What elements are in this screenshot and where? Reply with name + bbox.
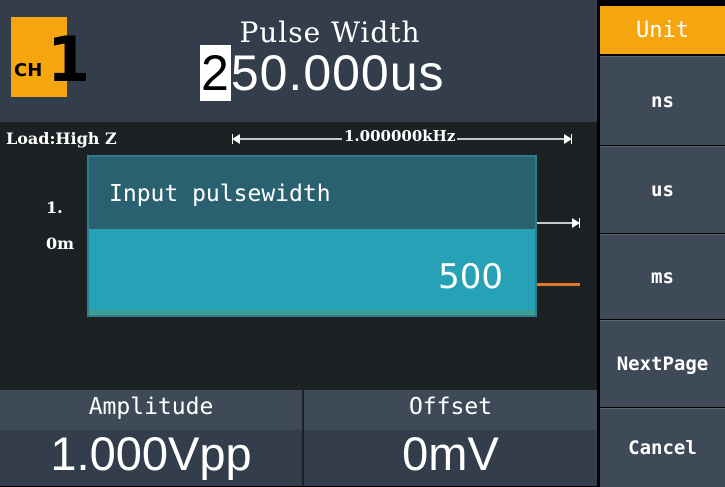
- softkey-menu: Unit ns us ms NextPage Cancel: [597, 0, 725, 487]
- amplitude-label-bar: Amplitude: [0, 390, 302, 430]
- softkey-us[interactable]: us: [600, 146, 725, 233]
- channel-badge: 1 CH: [11, 17, 90, 97]
- channel-number: 1: [47, 23, 91, 96]
- frequency-label: 1.000000kHz: [342, 127, 458, 145]
- offset-label-bar: Offset: [304, 390, 597, 430]
- softkey-cancel[interactable]: Cancel: [600, 408, 725, 487]
- amplitude-panel[interactable]: Amplitude 1.000Vpp: [0, 390, 302, 486]
- offset-value: 0mV: [402, 427, 499, 480]
- dialog-bottom-edge: [89, 310, 535, 315]
- menu-title-unit: Unit: [600, 6, 725, 54]
- display-screen: 1 CH Pulse Width 250.000us Load:High Z 1…: [0, 0, 597, 486]
- channel-label: CH: [14, 60, 43, 81]
- waveform-trace: [535, 283, 580, 286]
- offset-panel[interactable]: Offset 0mV: [304, 390, 597, 486]
- amplitude-label: Amplitude: [88, 394, 214, 420]
- parameter-header: 1 CH Pulse Width 250.000us: [0, 0, 597, 122]
- dialog-input-value[interactable]: 500: [438, 257, 503, 297]
- amplitude-value: 1.000Vpp: [50, 427, 252, 480]
- dialog-title-bar: Input pulsewidth: [89, 157, 535, 229]
- amplitude-marker: 1.: [46, 198, 63, 217]
- edit-cursor-digit: 2: [200, 45, 231, 101]
- input-dialog[interactable]: Input pulsewidth 500: [87, 155, 537, 317]
- softkey-next-page[interactable]: NextPage: [600, 320, 725, 407]
- softkey-ns[interactable]: ns: [600, 56, 725, 145]
- load-status: Load:High Z: [6, 129, 117, 148]
- offset-label: Offset: [408, 394, 493, 420]
- offset-marker: 0m: [46, 234, 75, 253]
- dialog-title: Input pulsewidth: [109, 181, 331, 207]
- parameter-value-rest: 50.000us: [230, 45, 445, 101]
- softkey-ms[interactable]: ms: [600, 234, 725, 319]
- parameter-value: 250.000us: [200, 44, 445, 102]
